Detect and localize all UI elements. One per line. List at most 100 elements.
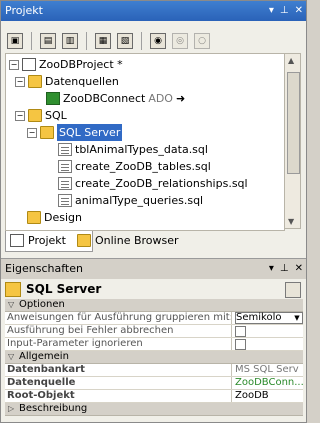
chevron-down-icon[interactable]: ▼ [292, 313, 302, 323]
find-previous-icon[interactable]: ○ [194, 33, 210, 49]
folder-icon [27, 211, 41, 224]
properties-grid: ▽ Optionen Anweisungen für Ausführung gr… [5, 299, 303, 416]
project-toolbar: ▣ ▤ ▥ ▦ ▧ ◉ ◎ ○ [5, 27, 301, 55]
section-allgemein[interactable]: ▽ Allgemein [5, 351, 303, 364]
open-folder-icon [40, 126, 54, 139]
collapse-toggle-icon[interactable]: − [27, 127, 37, 138]
tree-node-project-root[interactable]: − ZooDBProject * [9, 56, 123, 73]
collapse-toggle-icon[interactable]: − [9, 59, 19, 70]
property-value[interactable] [232, 338, 303, 350]
tab-online-browser[interactable]: Online Browser [73, 231, 205, 251]
sql-file-icon [58, 194, 72, 207]
pin-icon[interactable]: ⊥ [280, 259, 289, 279]
tree-node-design[interactable]: Design [27, 209, 82, 226]
property-value: MS SQL Serv [235, 364, 299, 375]
property-row[interactable]: Anweisungen für Ausführung gruppieren mi… [5, 312, 303, 325]
scroll-up-icon[interactable]: ▲ [288, 56, 294, 65]
property-row[interactable]: Root-Objekt ZooDB [5, 390, 303, 403]
collapse-triangle-icon[interactable]: ▽ [8, 351, 14, 363]
tree-node-label: create_ZooDB_relationships.sql [75, 177, 248, 190]
tree-node-label: SQL [45, 109, 67, 122]
property-value[interactable]: Semikolo ▼ [232, 312, 303, 324]
properties-panel-title: Eigenschaften [5, 262, 83, 275]
add-file-icon[interactable]: ▧ [117, 33, 133, 49]
property-row[interactable]: Datenquelle ZooDBConn... [5, 377, 303, 390]
folder-icon [5, 281, 21, 297]
tree-node-label: animalType_queries.sql [75, 194, 204, 207]
sql-file-icon [58, 143, 72, 156]
database-connection-icon [46, 92, 60, 105]
section-beschreibung[interactable]: ▷ Beschreibung [5, 403, 303, 416]
tree-node-label: ZooDBProject * [39, 58, 123, 71]
tree-node-datenquellen[interactable]: − Datenquellen [15, 73, 119, 90]
section-label: Beschreibung [19, 403, 88, 414]
ignore-input-params-checkbox[interactable] [235, 339, 246, 350]
tree-vertical-scrollbar[interactable]: ▲ ▼ [284, 53, 301, 229]
tree-node-file[interactable]: create_ZooDB_tables.sql [58, 158, 211, 175]
tree-node-label: tblAnimalTypes_data.sql [75, 143, 208, 156]
expand-triangle-icon[interactable]: ▷ [8, 403, 14, 415]
section-optionen[interactable]: ▽ Optionen [5, 299, 303, 312]
tree-node-file[interactable]: tblAnimalTypes_data.sql [58, 141, 208, 158]
find-next-icon[interactable]: ◎ [172, 33, 188, 49]
collapse-toggle-icon[interactable]: − [15, 76, 25, 87]
collapse-triangle-icon[interactable]: ▽ [8, 299, 14, 311]
close-icon[interactable]: ✕ [295, 259, 303, 279]
toolbar-separator [31, 32, 32, 50]
property-key: Datenbankart [5, 364, 232, 376]
section-label: Allgemein [19, 351, 69, 362]
project-tree[interactable]: − ZooDBProject * − Datenquellen ZooDBCon… [5, 53, 285, 231]
project-panel-title: Projekt [5, 4, 43, 17]
find-icon[interactable]: ◉ [150, 33, 166, 49]
property-key: Ausführung bei Fehler abbrechen [5, 325, 232, 337]
add-folder-icon[interactable]: ▦ [95, 33, 111, 49]
properties-object-header: SQL Server [5, 280, 303, 298]
project-icon [10, 234, 24, 247]
open-project-icon[interactable]: ▤ [40, 33, 56, 49]
scroll-down-icon[interactable]: ▼ [288, 217, 294, 226]
properties-panel-titlebar: Eigenschaften ▾ ⊥ ✕ [1, 258, 306, 279]
property-value[interactable] [232, 325, 303, 337]
close-icon[interactable]: ✕ [295, 1, 303, 21]
toolbar-separator [86, 32, 87, 50]
save-project-icon[interactable]: ▥ [62, 33, 78, 49]
abort-on-error-checkbox[interactable] [235, 326, 246, 337]
tree-node-label: ZooDBConnect [63, 92, 146, 105]
sql-file-icon [58, 177, 72, 190]
pin-icon[interactable]: ⊥ [280, 1, 289, 21]
new-project-icon[interactable]: ▣ [7, 33, 23, 49]
tree-node-sql[interactable]: − SQL [15, 107, 67, 124]
property-row[interactable]: Input-Parameter ignorieren [5, 338, 303, 351]
menu-dropdown-icon[interactable]: ▾ [269, 1, 274, 21]
tree-node-label-selected: SQL Server [57, 124, 123, 141]
scrollbar-thumb[interactable] [287, 72, 300, 174]
tree-node-sql-server[interactable]: − SQL Server [27, 124, 123, 141]
project-panel-titlebar: Projekt ▾ ⊥ ✕ [1, 1, 306, 21]
select-value: Semikolo [236, 312, 282, 323]
property-value[interactable]: ZooDBConn... [232, 377, 303, 389]
property-key: Datenquelle [5, 377, 232, 389]
property-value[interactable]: ZooDB [232, 390, 303, 402]
menu-dropdown-icon[interactable]: ▾ [269, 259, 274, 279]
properties-options-icon[interactable] [285, 282, 301, 298]
tree-node-label: create_ZooDB_tables.sql [75, 160, 211, 173]
property-key: Anweisungen für Ausführung gruppieren mi… [7, 312, 232, 324]
collapse-toggle-icon[interactable]: − [15, 110, 25, 121]
property-row[interactable]: Datenbankart MS SQL Serv [5, 364, 303, 377]
tree-node-label: Datenquellen [45, 75, 119, 88]
tree-node-label: Design [44, 211, 82, 224]
property-key: Input-Parameter ignorieren [5, 338, 232, 350]
section-label: Optionen [19, 299, 65, 310]
tree-node-file[interactable]: animalType_queries.sql [58, 192, 203, 209]
property-key: Root-Objekt [5, 390, 232, 402]
tab-label: Online Browser [95, 234, 179, 247]
statement-separator-select[interactable]: Semikolo ▼ [235, 312, 303, 324]
online-browser-icon [77, 234, 91, 247]
tab-label: Projekt [28, 234, 66, 247]
project-icon [22, 58, 36, 71]
tree-node-connection[interactable]: ZooDBConnect ADO ➜ [46, 90, 185, 107]
properties-object-title: SQL Server [26, 282, 102, 296]
property-row[interactable]: Ausführung bei Fehler abbrechen [5, 325, 303, 338]
tree-node-file[interactable]: create_ZooDB_relationships.sql [58, 175, 248, 192]
folder-icon [28, 75, 42, 88]
